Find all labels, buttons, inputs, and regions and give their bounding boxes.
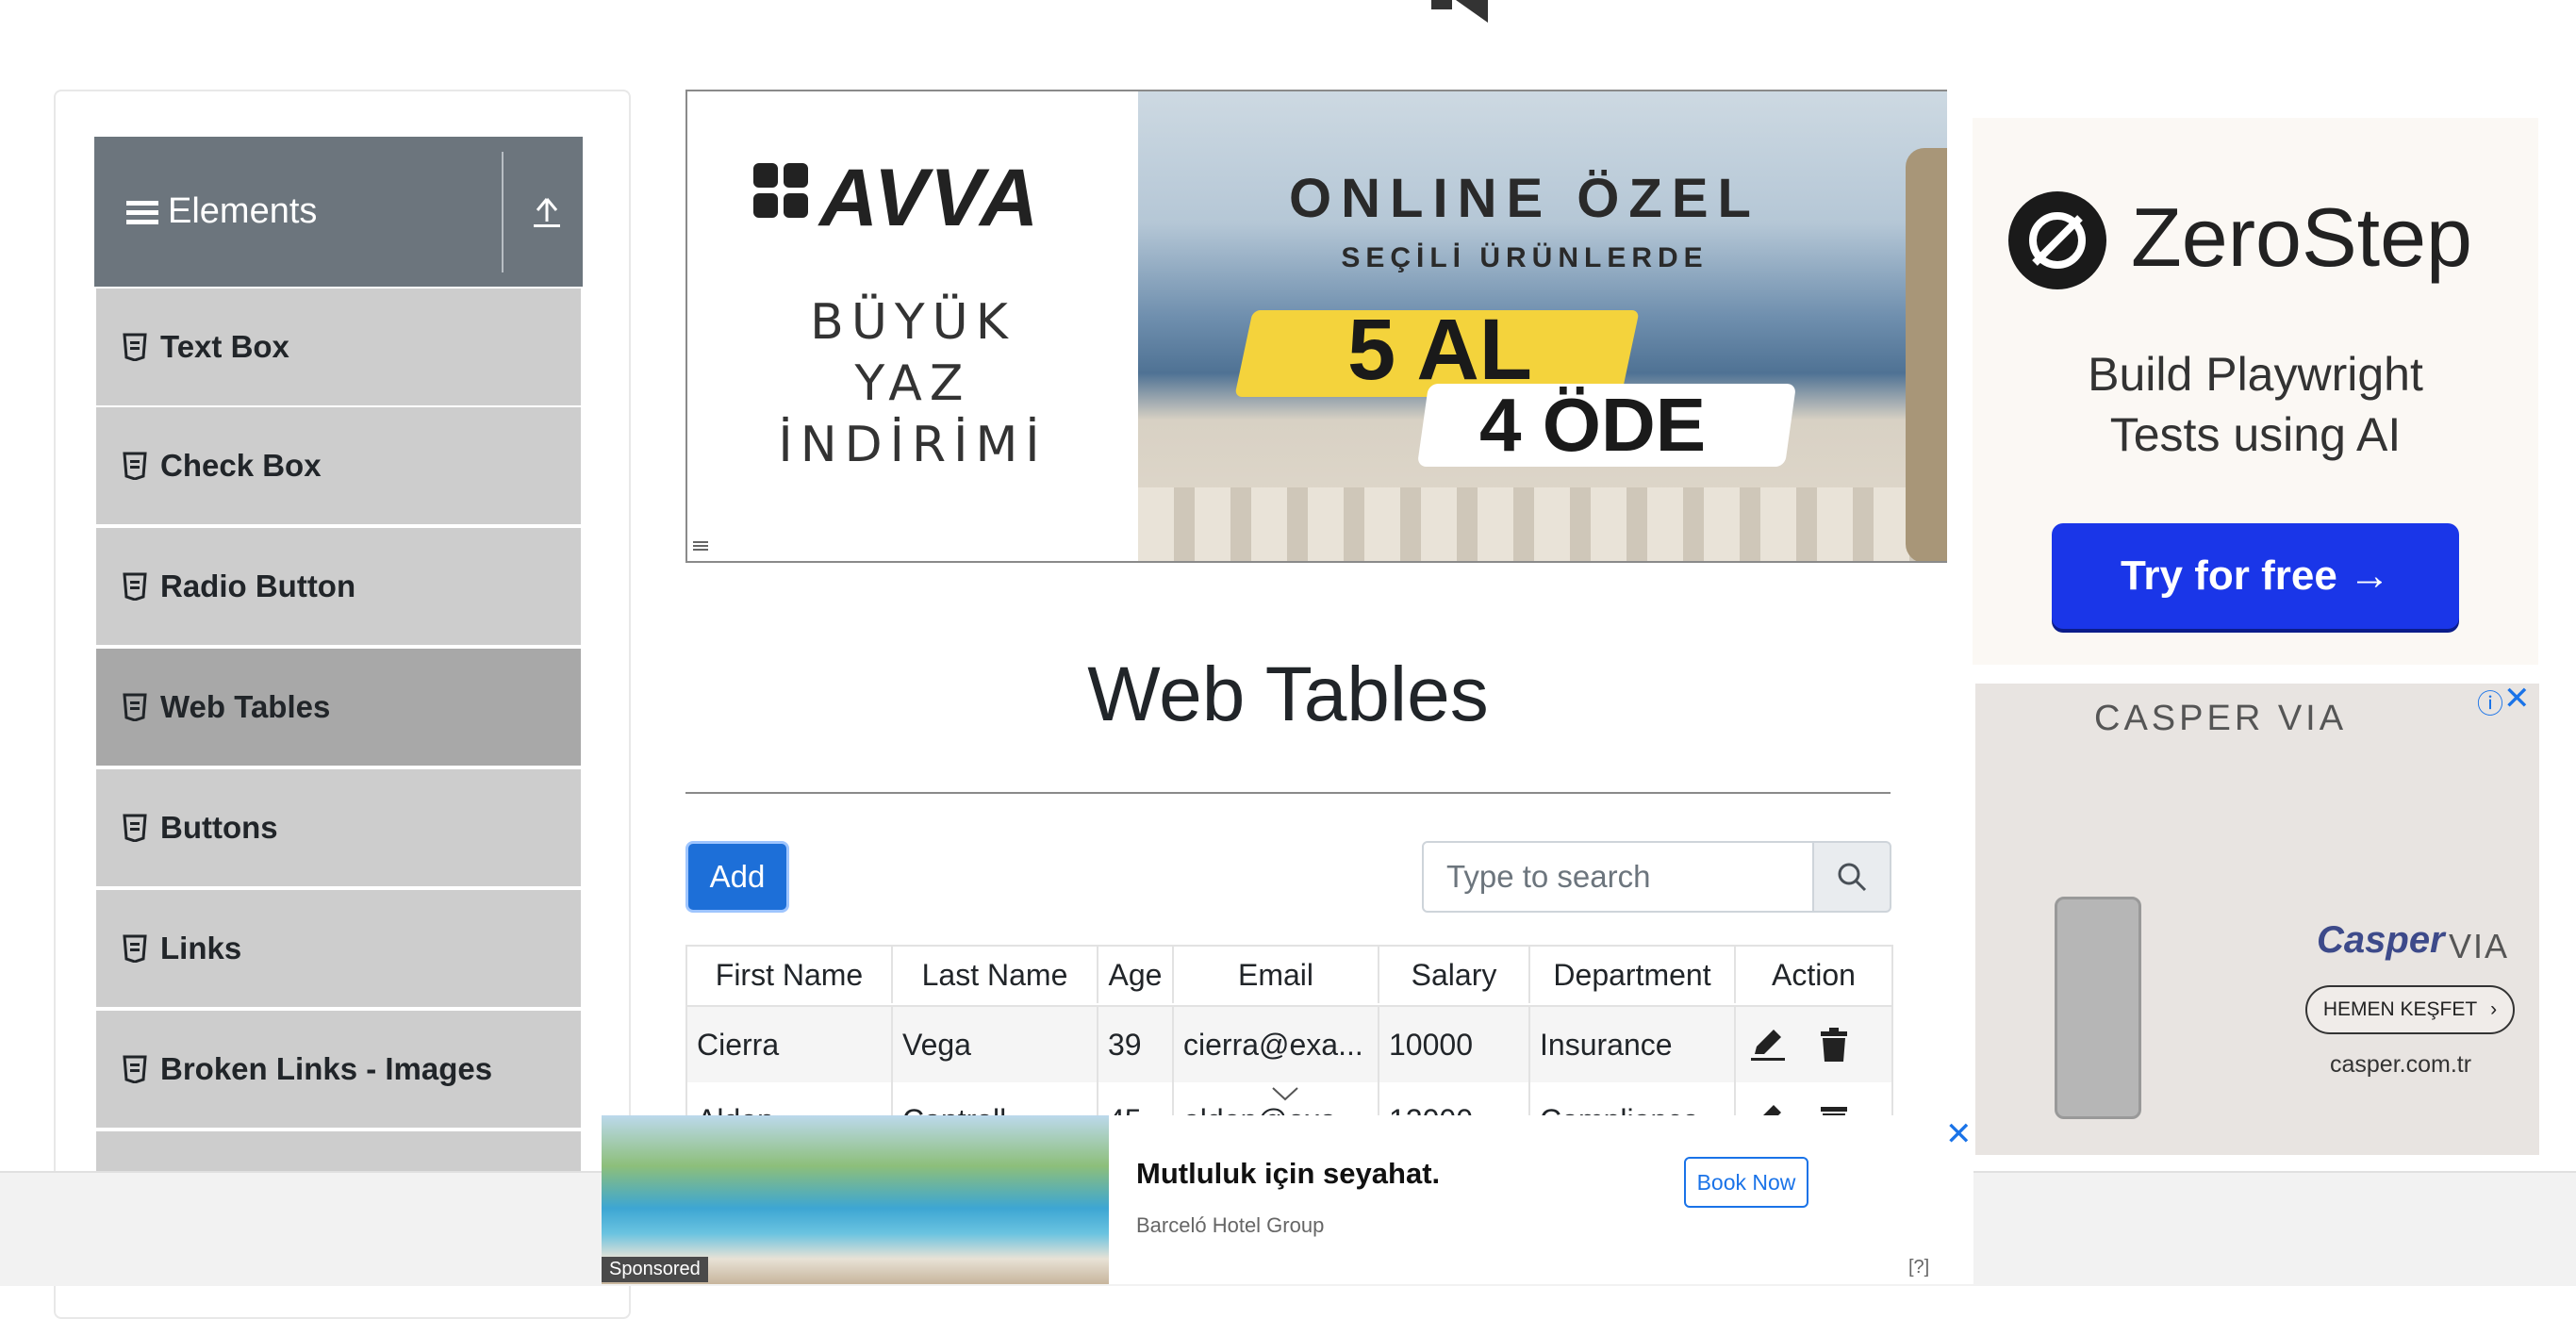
elements-group-header[interactable]: Elements	[94, 137, 583, 287]
title-divider	[685, 792, 1891, 794]
column-header-first-name[interactable]: First Name	[687, 947, 893, 1003]
zerostep-name: ZeroStep	[2131, 190, 2472, 284]
sidebar-item-radio-button[interactable]: Radio Button	[96, 528, 581, 649]
html5-icon	[123, 934, 147, 963]
casper-top-text: CASPER VIA	[2094, 699, 2348, 738]
sponsored-advertiser: Barceló Hotel Group	[1136, 1213, 1325, 1237]
page-title: Web Tables	[1087, 651, 1489, 737]
search-input[interactable]: Type to search	[1422, 841, 1814, 913]
html5-icon	[123, 333, 147, 361]
add-button[interactable]: Add	[685, 841, 789, 913]
chevron-right-icon: ›	[2490, 998, 2498, 1020]
sidebar-item-label: Radio Button	[160, 569, 356, 603]
casper-model: VIA	[2449, 927, 2510, 965]
zerostep-ad[interactable]: ZeroStep Build Playwright Tests using AI…	[1973, 118, 2538, 665]
cell-first-name: Cierra	[687, 1007, 893, 1082]
column-header-age[interactable]: Age	[1098, 947, 1174, 1003]
sidebar-item-label: Check Box	[160, 448, 322, 483]
banner-ad[interactable]: AVVA BÜYÜK YAZ İNDİRİMİ ONLINE ÖZEL SEÇİ…	[685, 90, 1951, 563]
cell-salary: 10000	[1379, 1007, 1530, 1082]
zerostep-tagline-1: Build Playwright	[2088, 348, 2423, 401]
column-header-action[interactable]: Action	[1736, 947, 1891, 1003]
table-row: Cierra Vega 39 cierra@exa... 10000 Insur…	[687, 1005, 1891, 1084]
cell-department: Insurance	[1530, 1007, 1736, 1082]
sidebar-item-text-box[interactable]: Text Box	[96, 289, 581, 409]
sidebar-item-label: Links	[160, 931, 242, 965]
header-divider	[502, 152, 504, 272]
phone-image	[2055, 897, 2141, 1119]
cell-salary: 12000	[1379, 1082, 1530, 1116]
ad-close-icon[interactable]: ✕	[2503, 680, 2531, 717]
sidebar-item-label: Buttons	[160, 810, 278, 845]
html5-icon	[123, 572, 147, 601]
sidebar-item-broken-links-images[interactable]: Broken Links - Images	[96, 1011, 581, 1131]
casper-ad[interactable]: CASPER VIA ⓘ ✕ Casper VIA HEMEN KEŞFET ›…	[1975, 681, 2539, 1155]
sidebar-item-links[interactable]: Links	[96, 890, 581, 1011]
site-logo-icon[interactable]	[1424, 0, 1509, 26]
cell-last-name: Cantrell	[893, 1082, 1098, 1116]
chevron-down-icon[interactable]	[1271, 1084, 1299, 1103]
search-icon	[1838, 863, 1867, 892]
html5-icon	[123, 693, 147, 721]
close-icon[interactable]: ✕	[1945, 1115, 1973, 1153]
collapse-upload-icon[interactable]	[528, 193, 566, 231]
hemen-kesfet-button[interactable]: HEMEN KEŞFET ›	[2305, 985, 2515, 1034]
hemen-kesfet-label: HEMEN KEŞFET	[2322, 998, 2478, 1020]
column-header-salary[interactable]: Salary	[1379, 947, 1530, 1003]
offer-line-2: 4 ÖDE	[1479, 383, 1707, 467]
column-header-department[interactable]: Department	[1530, 947, 1736, 1003]
column-header-email[interactable]: Email	[1174, 947, 1379, 1003]
sponsored-ad[interactable]: Sponsored Mutluluk için seyahat. Barceló…	[602, 1115, 1973, 1284]
sidebar-item-label: Text Box	[160, 329, 289, 364]
group-title: Elements	[168, 191, 318, 231]
cell-department: Compliance	[1530, 1082, 1736, 1116]
sidebar-item-check-box[interactable]: Check Box	[96, 407, 581, 528]
sidebar-item-label: Broken Links - Images	[160, 1051, 493, 1086]
sponsored-label: Sponsored	[602, 1257, 708, 1282]
banner-left-line-2: YAZ	[854, 355, 971, 412]
search-button[interactable]	[1812, 841, 1891, 913]
cell-age: 45	[1098, 1082, 1174, 1116]
sidebar-item-buttons[interactable]: Buttons	[96, 769, 581, 890]
cell-last-name: Vega	[893, 1007, 1098, 1082]
html5-icon	[123, 814, 147, 842]
avva-logo-icon	[753, 163, 808, 218]
banner-headline: ONLINE ÖZEL	[1289, 168, 1760, 229]
sidebar-item-web-tables[interactable]: Web Tables	[96, 649, 581, 769]
cell-first-name: Alden	[687, 1082, 893, 1116]
banner-left-line-1: BÜYÜK	[810, 294, 1016, 351]
banner-balustrade	[1138, 487, 1949, 561]
cell-age: 39	[1098, 1007, 1174, 1082]
html5-icon	[123, 452, 147, 480]
cell-email: cierra@exa...	[1174, 1007, 1379, 1082]
zerostep-logo-icon	[2008, 191, 2106, 289]
banner-brand: AVVA	[819, 153, 1041, 243]
ad-choices-icon[interactable]	[693, 540, 708, 552]
try-for-free-button[interactable]: Try for free →	[2052, 523, 2459, 629]
column-header-last-name[interactable]: Last Name	[893, 947, 1098, 1003]
ad-info-icon[interactable]: ⓘ	[2477, 684, 2503, 721]
banner-left-line-3: İNDİRİMİ	[778, 417, 1048, 473]
sidebar-item-label: Web Tables	[160, 689, 331, 724]
casper-brand: Casper	[2317, 919, 2445, 961]
banner-subheadline: SEÇİLİ ÜRÜNLERDE	[1341, 242, 1709, 273]
book-now-button[interactable]: Book Now	[1684, 1157, 1808, 1208]
html5-icon	[123, 1055, 147, 1083]
edit-pencil-icon[interactable]	[1749, 1026, 1787, 1063]
ad-help-link[interactable]: [?]	[1908, 1257, 1929, 1278]
banner-model	[1906, 148, 1949, 561]
menu-icon	[126, 200, 158, 224]
sponsored-title[interactable]: Mutluluk için seyahat.	[1136, 1157, 1440, 1191]
cell-action	[1736, 1082, 1891, 1116]
zerostep-tagline-2: Tests using AI	[2109, 408, 2402, 461]
cell-action	[1736, 1007, 1891, 1082]
casper-url[interactable]: casper.com.tr	[2330, 1051, 2471, 1079]
delete-trash-icon[interactable]	[1815, 1026, 1853, 1063]
